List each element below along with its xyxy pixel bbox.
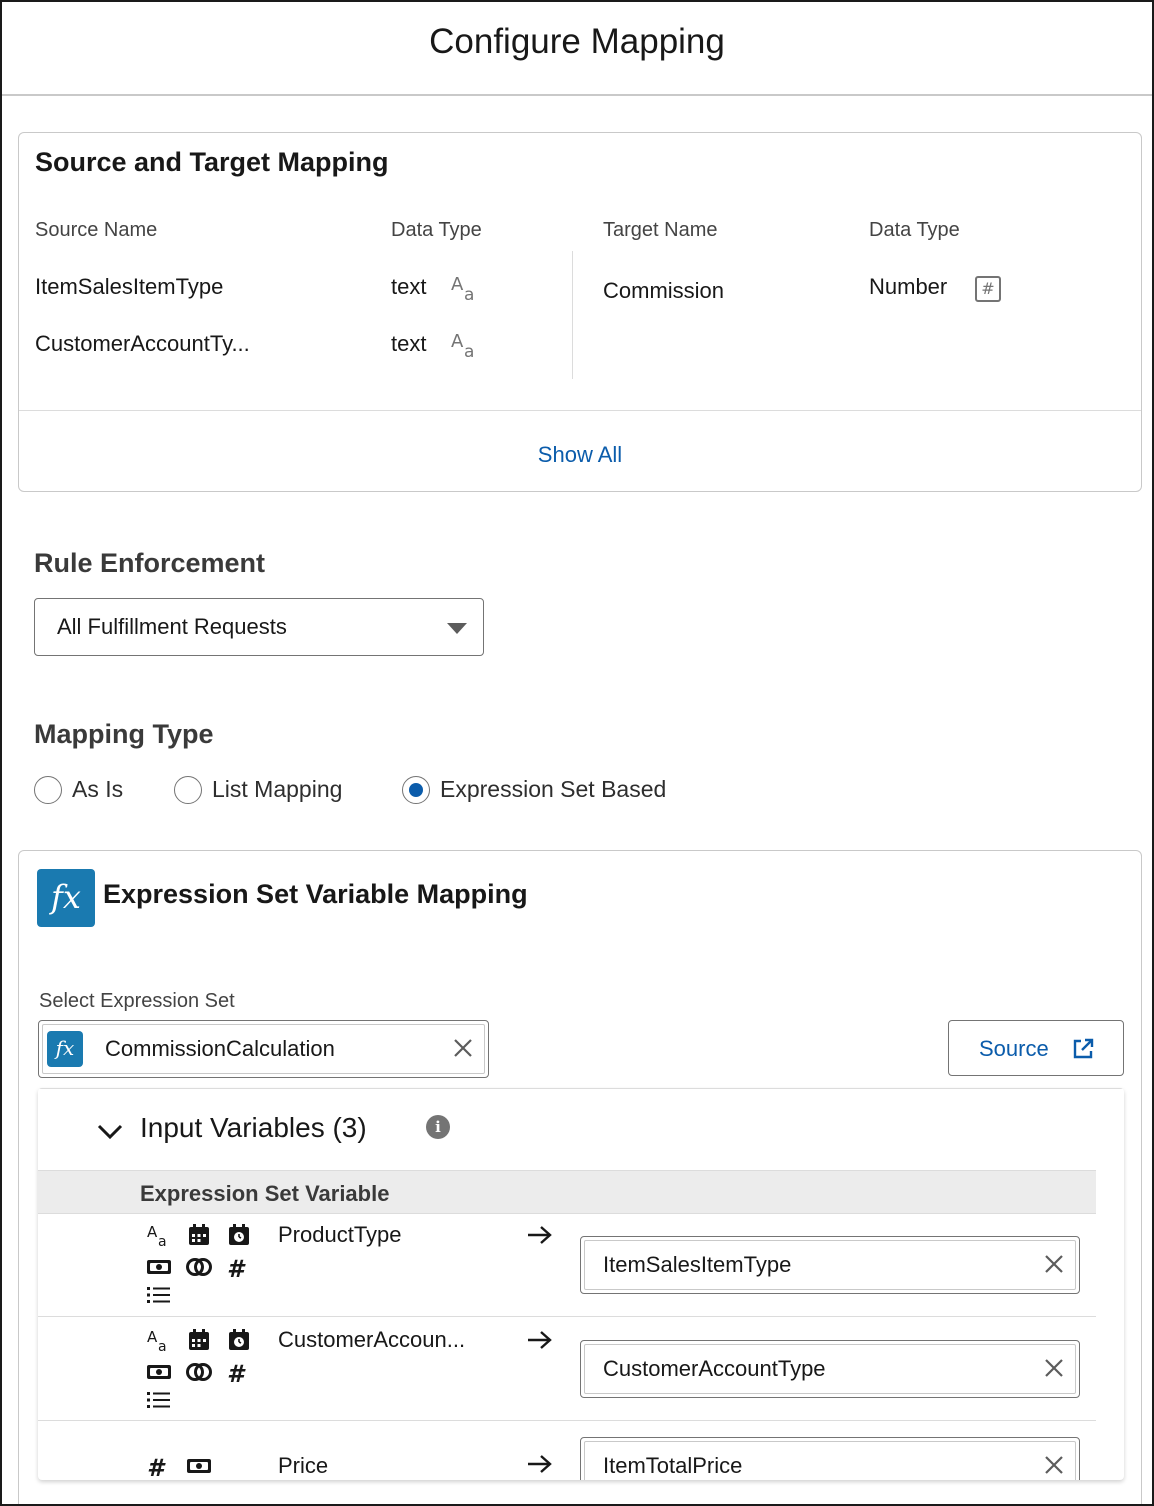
table-row: A a [38, 1212, 1096, 1317]
configure-mapping-modal: Configure Mapping Source and Target Mapp… [0, 0, 1154, 1506]
text-type-icon: A a [147, 1223, 167, 1248]
variable-value-lookup[interactable]: ItemTotalPrice [580, 1437, 1080, 1480]
rule-enforcement-select[interactable]: All Fulfillment Requests [34, 598, 484, 656]
svg-text:A: A [147, 1223, 158, 1241]
radio-list-mapping-label[interactable]: List Mapping [212, 776, 342, 803]
input-variables-title[interactable]: Input Variables (3) [140, 1112, 367, 1144]
source-button-label: Source [979, 1036, 1049, 1061]
source-type-2: text [391, 331, 427, 356]
svg-text:#: # [147, 1454, 166, 1479]
source-name-2: CustomerAccountTy... [35, 331, 250, 356]
variable-value: CustomerAccountType [603, 1356, 826, 1381]
select-expression-set-label: Select Expression Set [39, 990, 235, 1012]
variable-value: ItemTotalPrice [603, 1453, 743, 1478]
source-type-1: text [391, 274, 427, 299]
radio-expression-set-based[interactable] [402, 776, 430, 804]
selected-expression-set: CommissionCalculation [105, 1036, 335, 1061]
clear-icon[interactable] [1043, 1357, 1065, 1379]
arrow-right-icon [528, 1331, 552, 1349]
clear-icon[interactable] [1043, 1454, 1065, 1476]
calendar-icon [189, 1329, 209, 1350]
number-icon: # [147, 1454, 166, 1479]
currency-icon [147, 1365, 171, 1379]
svg-text:A: A [451, 274, 464, 295]
list-icon [147, 1392, 170, 1408]
source-name-header: Source Name [35, 219, 158, 241]
currency-icon [147, 1260, 171, 1274]
table-row: # Price ItemTotalPrice [38, 1421, 1096, 1480]
source-type-header: Data Type [391, 219, 482, 241]
rule-enforcement-title: Rule Enforcement [34, 548, 266, 578]
target-name-header: Target Name [603, 219, 718, 241]
input-variables-panel: Input Variables (3) i Expression Set Var… [38, 1088, 1124, 1480]
fx-icon: fx [37, 869, 95, 927]
radio-as-is[interactable] [34, 776, 62, 804]
card-divider [19, 410, 1141, 411]
show-all-link[interactable]: Show All [19, 442, 1141, 468]
expression-set-title: Expression Set Variable Mapping [103, 879, 528, 909]
clear-icon[interactable] [1043, 1253, 1065, 1275]
radio-list-mapping[interactable] [174, 776, 202, 804]
number-icon: # [227, 1360, 246, 1385]
fx-icon: fx [47, 1031, 83, 1067]
column-divider [572, 251, 573, 379]
source-target-title: Source and Target Mapping [35, 147, 389, 177]
svg-text:a: a [158, 1234, 167, 1248]
source-name-1: ItemSalesItemType [35, 274, 224, 299]
svg-text:a: a [158, 1339, 167, 1353]
variable-value-lookup[interactable]: ItemSalesItemType [580, 1236, 1080, 1294]
variable-name: ProductType [278, 1222, 402, 1247]
svg-text:a: a [464, 285, 474, 303]
expression-set-lookup[interactable]: fx CommissionCalculation [38, 1020, 489, 1078]
panel-divider [38, 1088, 1124, 1089]
target-name: Commission [603, 278, 725, 303]
number-type-icon: # [975, 276, 1001, 302]
source-target-card: Source and Target Mapping Source Name Da… [18, 132, 1142, 492]
variable-value: ItemSalesItemType [603, 1252, 792, 1277]
modal-header: Configure Mapping [2, 2, 1152, 96]
svg-text:#: # [227, 1255, 246, 1280]
svg-text:#: # [227, 1360, 246, 1385]
svg-text:a: a [464, 342, 474, 360]
boolean-icon [186, 1258, 212, 1276]
number-icon: # [227, 1255, 246, 1280]
currency-icon [187, 1459, 211, 1473]
modal-title: Configure Mapping [429, 22, 725, 61]
table-row: A a [38, 1317, 1096, 1421]
arrow-right-icon [528, 1455, 552, 1473]
svg-text:A: A [451, 331, 464, 352]
rule-enforcement-value: All Fulfillment Requests [57, 614, 287, 639]
list-icon [147, 1287, 170, 1303]
clear-icon[interactable] [452, 1037, 474, 1059]
datetime-icon [229, 1224, 249, 1245]
text-type-icon: A a [147, 1328, 167, 1353]
text-type-icon: A a [451, 331, 474, 360]
source-button[interactable]: Source [948, 1020, 1124, 1076]
boolean-icon [186, 1363, 212, 1381]
external-link-icon [1073, 1038, 1094, 1059]
target-type-header: Data Type [869, 219, 960, 241]
caret-down-icon [447, 623, 467, 634]
expression-set-variable-header: Expression Set Variable [140, 1181, 390, 1206]
info-icon[interactable]: i [426, 1115, 450, 1139]
chevron-down-icon[interactable] [96, 1121, 124, 1141]
arrow-right-icon [528, 1226, 552, 1244]
datetime-icon [229, 1329, 249, 1350]
radio-expression-set-based-label[interactable]: Expression Set Based [440, 776, 666, 803]
variables-table-header: Expression Set Variable [38, 1170, 1096, 1214]
calendar-icon [189, 1224, 209, 1245]
variable-name: CustomerAccoun... [278, 1327, 466, 1352]
mapping-type-title: Mapping Type [34, 719, 214, 749]
target-type: Number [869, 274, 948, 299]
svg-text:A: A [147, 1328, 158, 1346]
variable-name: Price [278, 1453, 329, 1478]
text-type-icon: A a [451, 274, 474, 303]
radio-as-is-label[interactable]: As Is [72, 776, 123, 803]
variable-value-lookup[interactable]: CustomerAccountType [580, 1340, 1080, 1398]
